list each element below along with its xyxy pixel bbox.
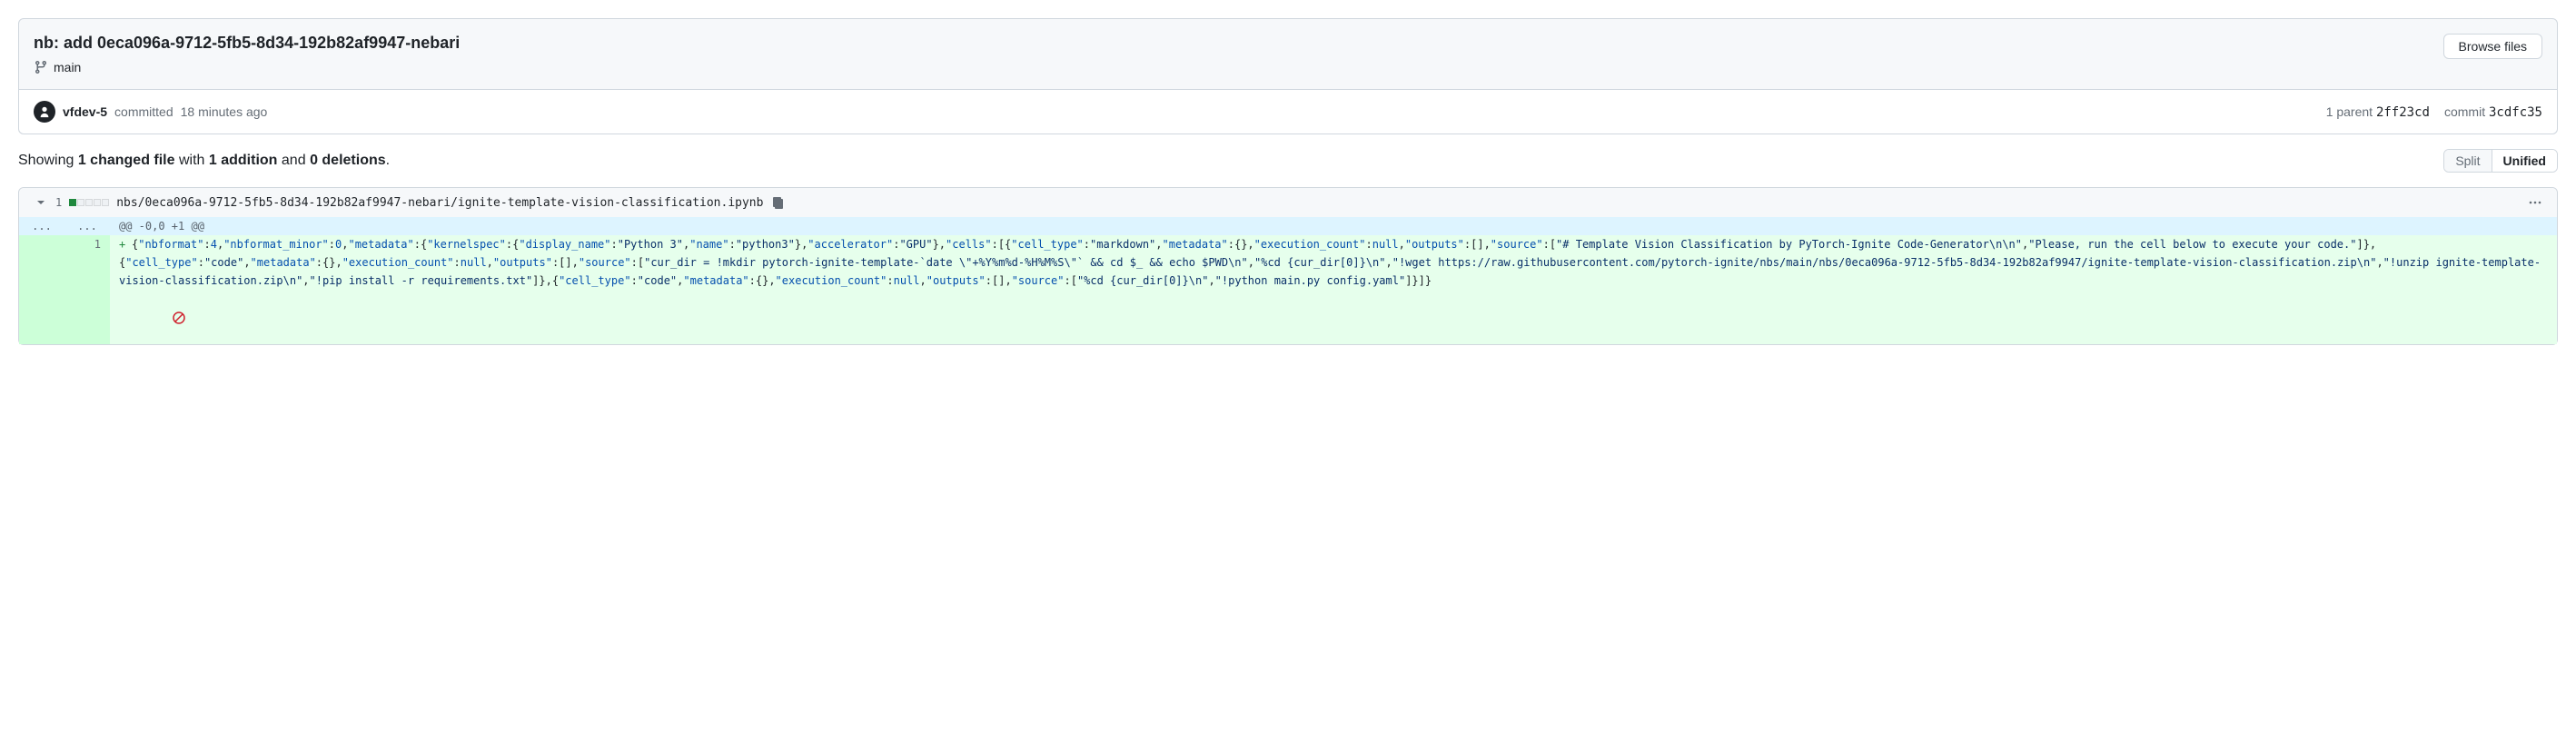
stats-deletions: 0 deletions [310,153,386,168]
committed-label: committed [114,104,173,119]
stats-showing: Showing [18,153,74,168]
commit-header-left: nb: add 0eca096a-9712-5fb5-8d34-192b82af… [34,34,460,74]
no-newline-icon [110,290,2557,344]
stats-and: and [282,153,306,168]
branch-icon [34,60,48,74]
diffstat-neutral-square [85,199,93,206]
unified-button[interactable]: Unified [2492,150,2557,172]
stats-with: with [179,153,204,168]
diffstat-neutral-square [77,199,84,206]
old-line-num[interactable] [19,235,64,290]
commit-sha: 3cdfc35 [2489,105,2542,120]
hunk-header-row: ... ... @@ -0,0 +1 @@ [19,217,2557,235]
stats-period: . [386,153,390,168]
hunk-expand-old[interactable]: ... [19,217,64,235]
diff-table: ... ... @@ -0,0 +1 @@ 1 +{"nbformat":4,"… [19,217,2557,344]
commit-box: nb: add 0eca096a-9712-5fb5-8d34-192b82af… [18,18,2558,134]
hunk-header-text: @@ -0,0 +1 @@ [110,217,2557,235]
split-button[interactable]: Split [2444,150,2492,172]
diffstat-add-square [69,199,76,206]
author-row: vfdev-5 committed 18 minutes ago [34,101,267,123]
code-cell: +{"nbformat":4,"nbformat_minor":0,"metad… [110,235,2557,290]
new-line-num [64,290,110,344]
copy-path-icon[interactable] [770,195,785,210]
file-header-left: 1 nbs/0eca096a-9712-5fb5-8d34-192b82af99… [34,195,785,210]
code-content: {"nbformat":4,"nbformat_minor":0,"metada… [119,238,2541,287]
diffstat-neutral-square [94,199,101,206]
commit-label: commit [2444,104,2485,119]
browse-files-button[interactable]: Browse files [2443,34,2542,59]
file-path-link[interactable]: nbs/0eca096a-9712-5fb5-8d34-192b82af9947… [116,196,763,210]
branch-row: main [34,60,460,74]
parent-label: 1 parent [2326,104,2373,119]
commit-header: nb: add 0eca096a-9712-5fb5-8d34-192b82af… [19,19,2557,89]
stats-files: 1 changed file [78,153,175,168]
diff-stats: Showing 1 changed file with 1 addition a… [18,153,390,169]
file-change-count: 1 [55,196,62,209]
time-ago: 18 minutes ago [181,104,268,119]
file-menu-icon[interactable] [2528,195,2542,210]
parent-sha-link[interactable]: 2ff23cd [2376,105,2430,120]
chevron-down-icon[interactable] [34,195,48,210]
avatar[interactable] [34,101,55,123]
author-link[interactable]: vfdev-5 [63,104,107,119]
file-box: 1 nbs/0eca096a-9712-5fb5-8d34-192b82af99… [18,187,2558,345]
file-header: 1 nbs/0eca096a-9712-5fb5-8d34-192b82af99… [19,188,2557,217]
hunk-expand-new[interactable]: ... [64,217,110,235]
branch-link[interactable]: main [54,60,81,74]
diffstat-squares [69,199,109,206]
stats-additions: 1 addition [209,153,278,168]
new-line-num[interactable]: 1 [64,235,110,290]
diff-line-added: 1 +{"nbformat":4,"nbformat_minor":0,"met… [19,235,2557,290]
diffstat-neutral-square [102,199,109,206]
parent-info: 1 parent 2ff23cd [2326,104,2430,120]
diff-stats-row: Showing 1 changed file with 1 addition a… [18,149,2558,173]
add-marker: + [119,235,132,253]
commit-meta: vfdev-5 committed 18 minutes ago 1 paren… [19,89,2557,134]
old-line-num [19,290,64,344]
commit-info: commit 3cdfc35 [2444,104,2542,120]
no-newline-row [19,290,2557,344]
commit-title: nb: add 0eca096a-9712-5fb5-8d34-192b82af… [34,34,460,53]
diff-view-toggle: Split Unified [2443,149,2558,173]
commit-meta-right: 1 parent 2ff23cd commit 3cdfc35 [2326,104,2542,120]
